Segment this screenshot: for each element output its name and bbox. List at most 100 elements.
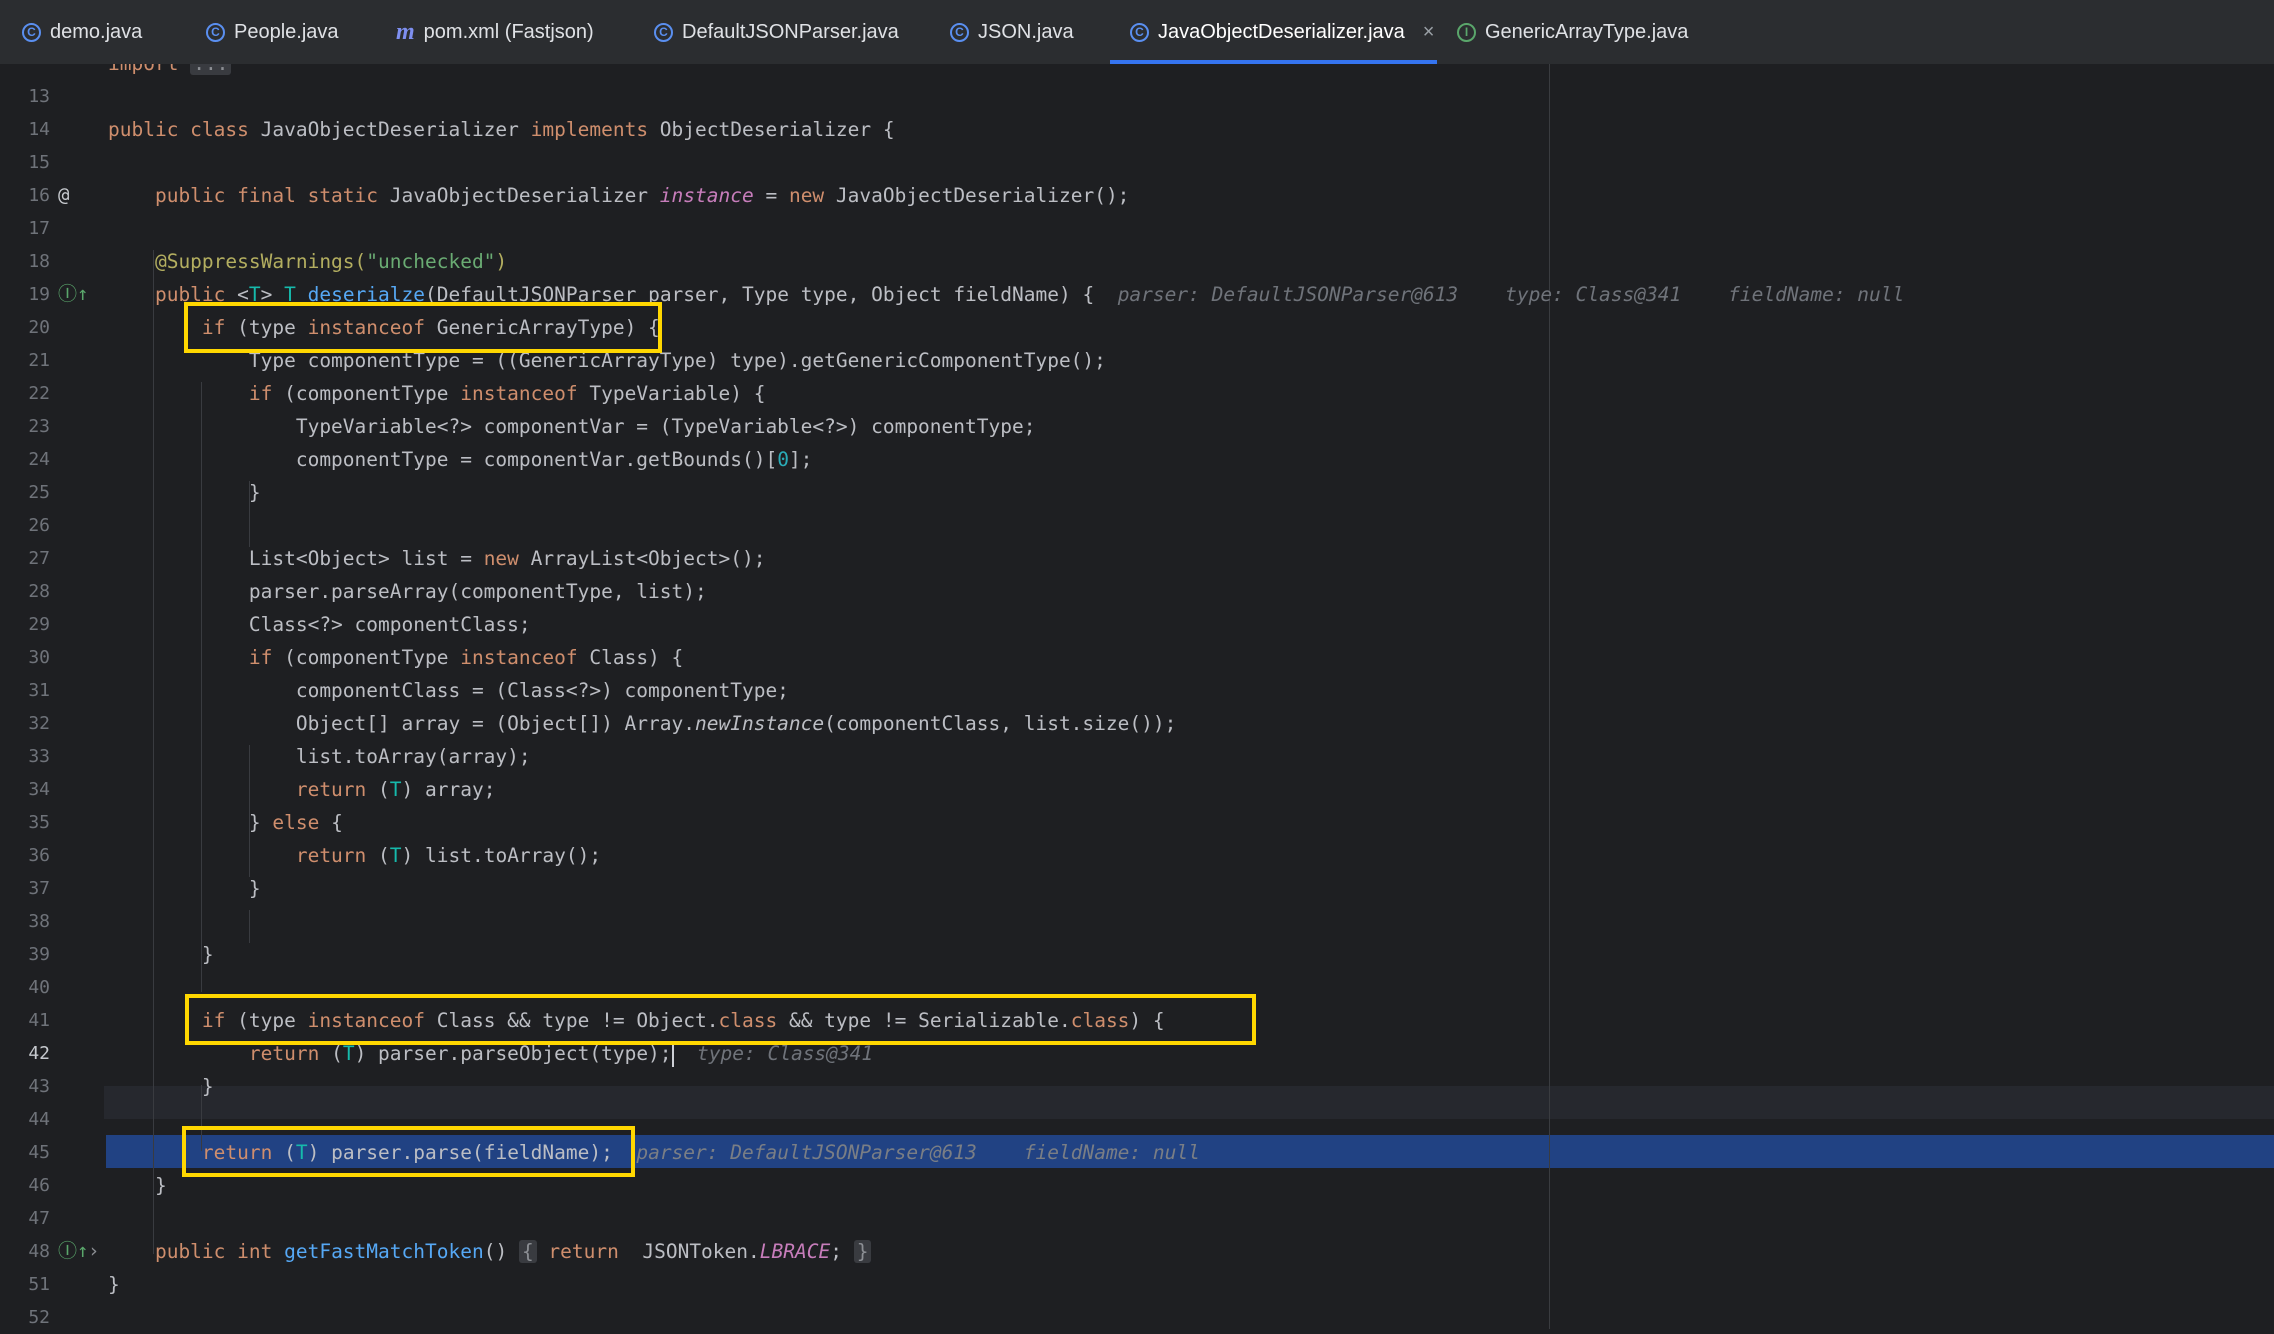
code-line-31: componentClass = (Class<?>) componentTyp…	[108, 679, 789, 702]
line-number: 48	[28, 1241, 50, 1262]
line-number: 52	[28, 1307, 50, 1328]
maven-m-icon: m	[396, 19, 415, 45]
line-number: 28	[28, 581, 50, 602]
fold-chevron-icon[interactable]: ›	[88, 1235, 99, 1268]
line-number: 32	[28, 713, 50, 734]
line-number: 35	[28, 812, 50, 833]
tab-label: JavaObjectDeserializer.java	[1158, 20, 1405, 43]
code-line-14: public class JavaObjectDeserializer impl…	[108, 118, 895, 141]
line-number: 47	[28, 1208, 50, 1229]
line-number: 29	[28, 614, 50, 635]
tab-label: JSON.java	[978, 20, 1074, 43]
tab-java-object-deserializer[interactable]: C JavaObjectDeserializer.java ×	[1110, 0, 1437, 64]
implements-method-icon[interactable]: Ⓘ↑	[58, 278, 88, 311]
code-line-16: public final static JavaObjectDeserializ…	[108, 184, 1130, 207]
inline-debug-values: parser: DefaultJSONParser@613 fieldName:…	[636, 1141, 1200, 1164]
line-number: 14	[28, 119, 50, 140]
line-number: 37	[28, 878, 50, 899]
tab-json-java[interactable]: C JSON.java	[950, 0, 1074, 64]
code-line-23: TypeVariable<?> componentVar = (TypeVari…	[108, 415, 1036, 438]
right-margin-guide	[1549, 64, 1550, 1329]
tab-label: demo.java	[50, 20, 143, 43]
line-number: 24	[28, 449, 50, 470]
line-number: 33	[28, 746, 50, 767]
code-line-28: parser.parseArray(componentType, list);	[108, 580, 707, 603]
code-line-36: return (T) list.toArray();	[108, 844, 602, 867]
line-number: 26	[28, 515, 50, 536]
code-line-51: }	[108, 1273, 120, 1296]
line-number: 19	[28, 284, 50, 305]
tab-label: pom.xml (Fastjson)	[423, 20, 594, 43]
code-line-32: Object[] array = (Object[]) Array.newIns…	[108, 712, 1177, 735]
line-number: 16	[28, 185, 50, 206]
inline-debug-values: parser: DefaultJSONParser@613 type: Clas…	[1117, 283, 1905, 306]
line-number: 23	[28, 416, 50, 437]
code-line-24: componentType = componentVar.getBounds()…	[108, 448, 813, 471]
close-icon[interactable]: ×	[1423, 21, 1435, 44]
line-number: 36	[28, 845, 50, 866]
code-line-34: return (T) array;	[108, 778, 496, 801]
line-number: 20	[28, 317, 50, 338]
field-usage-at-icon[interactable]: @	[58, 179, 69, 212]
code-line-35: } else {	[108, 811, 343, 834]
class-c-icon: C	[22, 22, 41, 42]
tab-demo-java[interactable]: Cdemo.java	[22, 0, 142, 64]
line-number: 42	[28, 1043, 50, 1064]
tab-label: People.java	[234, 20, 339, 43]
line-number: 43	[28, 1076, 50, 1097]
class-c-icon: C	[950, 22, 969, 42]
code-line-27: List<Object> list = new ArrayList<Object…	[108, 547, 766, 570]
class-c-icon: C	[1130, 22, 1149, 42]
line-number: 51	[28, 1274, 50, 1295]
code-line-30: if (componentType instanceof Class) {	[108, 646, 684, 669]
text-cursor	[671, 1042, 674, 1067]
line-number: 41	[28, 1010, 50, 1031]
code-line-import: import ...	[108, 64, 232, 80]
line-number: 18	[28, 251, 50, 272]
highlight-box-return-parse	[182, 1126, 635, 1177]
class-c-icon: C	[206, 22, 225, 42]
line-number: 34	[28, 779, 50, 800]
editor-tab-bar: Cdemo.java C People.java m pom.xml (Fastjs…	[0, 0, 2274, 65]
line-number: 17	[28, 218, 50, 239]
line-number: 31	[28, 680, 50, 701]
line-number: 21	[28, 350, 50, 371]
indent-guide	[249, 910, 250, 943]
tab-default-json-parser[interactable]: C DefaultJSONParser.java	[654, 0, 899, 64]
interface-i-icon: I	[1457, 22, 1476, 42]
tab-label: GenericArrayType.java	[1485, 20, 1689, 43]
line-number-gutter: 13 14 15 16 17 18 19 20 21 22 23 24 25 26 27 28 29 30 31 32…	[0, 64, 104, 1329]
code-line-43: }	[108, 1075, 214, 1098]
tab-generic-array-type[interactable]: I GenericArrayType.java	[1457, 0, 1688, 64]
code-line-39: }	[108, 943, 214, 966]
highlight-box-class-check	[185, 994, 1256, 1045]
code-line-33: list.toArray(array);	[108, 745, 531, 768]
highlight-box-generic-array-check	[184, 302, 662, 353]
code-line-37: }	[108, 877, 261, 900]
line-number: 15	[28, 152, 50, 173]
inline-debug-values: type: Class@341	[697, 1042, 874, 1065]
line-number: 38	[28, 911, 50, 932]
code-line-18: @SuppressWarnings("unchecked")	[108, 250, 508, 273]
code-line-22: if (componentType instanceof TypeVariabl…	[108, 382, 766, 405]
line-number: 13	[28, 86, 50, 107]
code-line-48: public int getFastMatchToken() { return …	[108, 1235, 872, 1268]
current-line-highlight	[104, 1086, 2274, 1119]
line-number: 27	[28, 548, 50, 569]
tab-pom-xml[interactable]: m pom.xml (Fastjson)	[396, 0, 594, 64]
line-number: 46	[28, 1175, 50, 1196]
line-number: 45	[28, 1142, 50, 1163]
line-number: 25	[28, 482, 50, 503]
code-editor[interactable]: import ... public class JavaObjectDeseri…	[104, 64, 2274, 1329]
implements-method-icon[interactable]: Ⓘ↑	[58, 1235, 88, 1268]
line-number: 39	[28, 944, 50, 965]
line-number: 40	[28, 977, 50, 998]
class-c-icon: C	[654, 22, 673, 42]
line-number: 44	[28, 1109, 50, 1130]
code-line-25: }	[108, 481, 261, 504]
line-number: 30	[28, 647, 50, 668]
code-line-29: Class<?> componentClass;	[108, 613, 531, 636]
line-number: 22	[28, 383, 50, 404]
tab-people-java[interactable]: C People.java	[206, 0, 339, 64]
code-line-46: }	[108, 1174, 167, 1197]
